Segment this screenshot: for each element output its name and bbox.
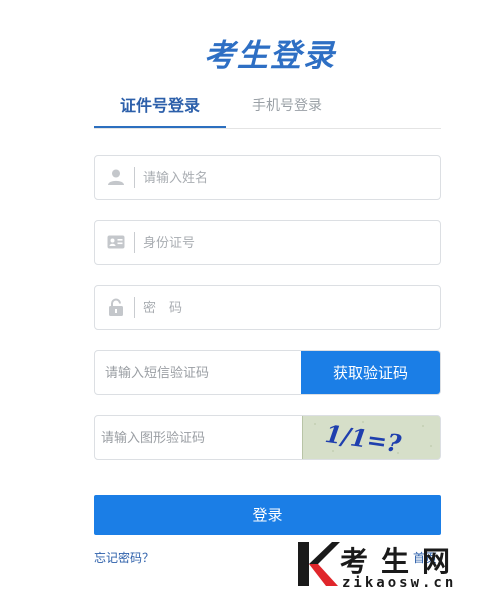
- id-number-input[interactable]: [143, 229, 423, 257]
- login-button[interactable]: 登录: [94, 495, 441, 535]
- watermark-brand-en: zikaosw.cn: [342, 575, 457, 591]
- forgot-password-link[interactable]: 忘记密码？: [94, 549, 154, 566]
- sms-code-field: 获取验证码: [94, 350, 441, 395]
- name-input[interactable]: [143, 164, 423, 192]
- login-tabs: 证件号登录 手机号登录: [94, 88, 441, 129]
- watermark: 考生网 zikaosw.cn: [296, 538, 483, 594]
- password-input[interactable]: [143, 294, 423, 322]
- image-code-input[interactable]: [101, 424, 291, 452]
- name-field: [94, 155, 441, 200]
- get-code-button[interactable]: 获取验证码: [301, 351, 440, 394]
- password-field: [94, 285, 441, 330]
- watermark-brand-cn: 考生网: [340, 545, 464, 578]
- id-card-icon: [107, 235, 125, 249]
- user-icon: [108, 169, 124, 185]
- captcha-image[interactable]: 1/1=?: [302, 416, 440, 459]
- field-separator: [134, 167, 135, 188]
- image-code-field: 1/1=?: [94, 415, 441, 460]
- k-logo-icon: [298, 542, 340, 586]
- id-number-field: [94, 220, 441, 265]
- sms-code-input[interactable]: [105, 359, 295, 387]
- tab-id-login[interactable]: 证件号登录: [94, 92, 226, 128]
- field-separator: [134, 297, 135, 318]
- tab-phone-login[interactable]: 手机号登录: [252, 95, 342, 131]
- field-separator: [134, 232, 135, 253]
- lock-icon: [109, 298, 123, 316]
- page-title: 考生登录: [204, 38, 336, 74]
